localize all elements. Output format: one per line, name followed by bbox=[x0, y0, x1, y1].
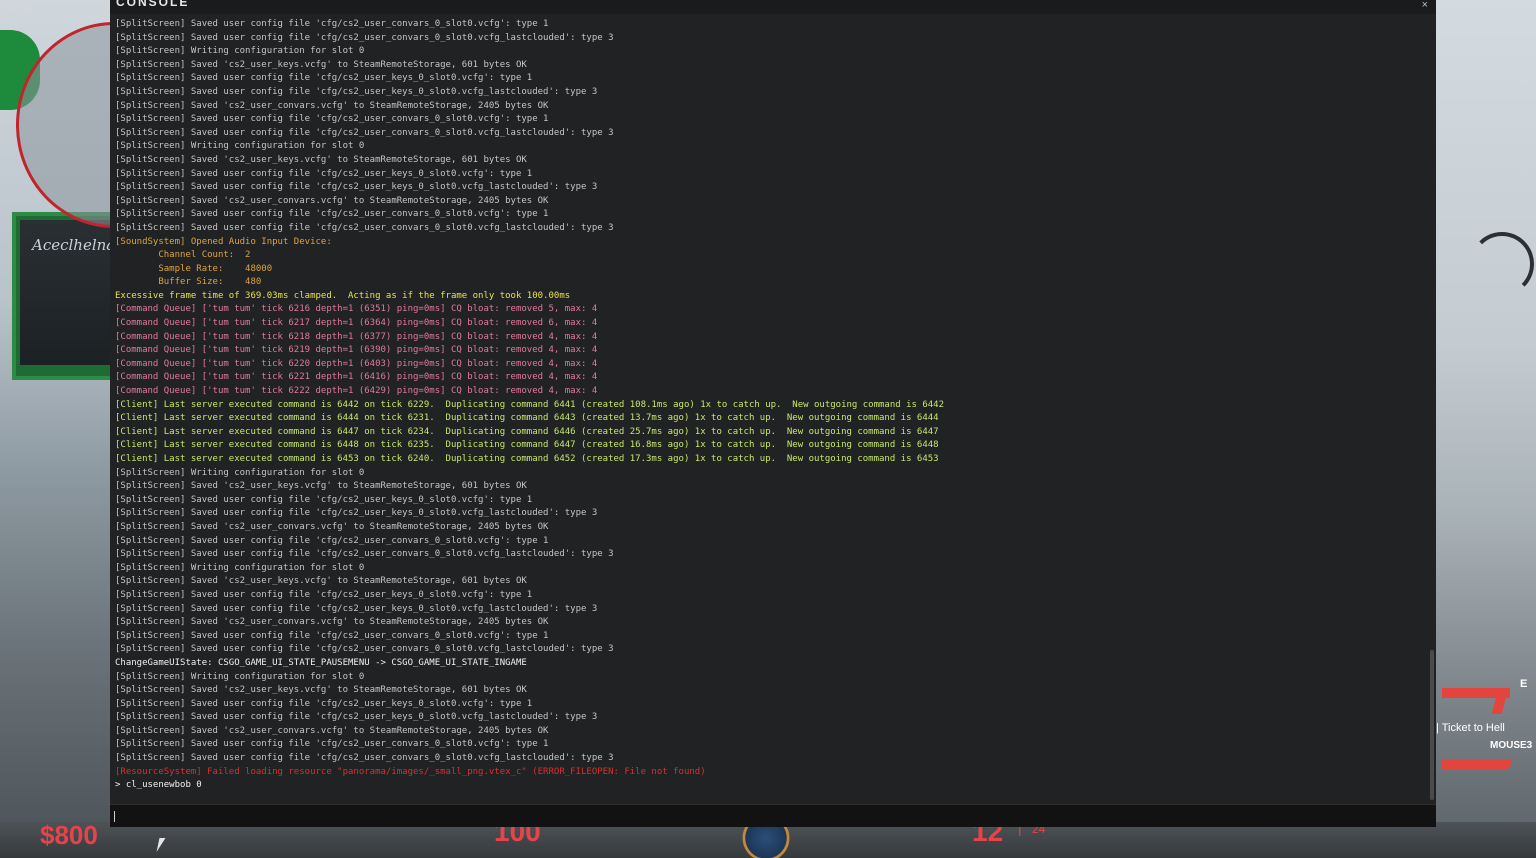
weapon-name: | Ticket to Hell bbox=[1436, 722, 1505, 734]
console-log-line: [SplitScreen] Saved user config file 'cf… bbox=[115, 127, 614, 138]
console-log-line: [SplitScreen] Saved user config file 'cf… bbox=[115, 603, 598, 614]
console-log-line: [SplitScreen] Writing configuration for … bbox=[115, 46, 365, 57]
console-log-line: [SplitScreen] Saved 'cs2_user_keys.vcfg'… bbox=[115, 59, 527, 70]
console-log-line: [Command Queue] ['tum tum' tick 6220 dep… bbox=[115, 358, 598, 369]
weapon-slot-key: E bbox=[1520, 678, 1528, 690]
console-log-line: [SplitScreen] Writing configuration for … bbox=[115, 467, 365, 478]
console-log-line: [SplitScreen] Saved user config file 'cf… bbox=[115, 739, 549, 750]
console-title: CONSOLE bbox=[116, 0, 190, 9]
knife-icon bbox=[1442, 760, 1512, 770]
console-log-line: Channel Count: 2 bbox=[115, 250, 251, 261]
console-log-line: [Client] Last server executed command is… bbox=[115, 426, 939, 437]
console-log-line: [Client] Last server executed command is… bbox=[115, 399, 945, 410]
console-log-line: [SplitScreen] Saved 'cs2_user_convars.vc… bbox=[115, 725, 549, 736]
console-log-line: [SplitScreen] Saved user config file 'cf… bbox=[115, 494, 533, 505]
console-log-line: [SplitScreen] Saved user config file 'cf… bbox=[115, 508, 598, 519]
console-log-line: [Command Queue] ['tum tum' tick 6221 dep… bbox=[115, 372, 598, 383]
console-log-line: [SplitScreen] Saved 'cs2_user_keys.vcfg'… bbox=[115, 576, 527, 587]
console-log-line: [ResourceSystem] Failed loading resource… bbox=[115, 766, 706, 777]
console-log-line: [SplitScreen] Saved user config file 'cf… bbox=[115, 698, 533, 709]
console-log-line: [SplitScreen] Saved user config file 'cf… bbox=[115, 712, 598, 723]
console-log-line: [Command Queue] ['tum tum' tick 6219 dep… bbox=[115, 345, 598, 356]
door-sign-text: Aceclhelna bbox=[32, 236, 116, 254]
console-log-line: [SplitScreen] Saved user config file 'cf… bbox=[115, 19, 549, 29]
console-input[interactable] bbox=[110, 804, 1436, 827]
console-log[interactable]: [SplitScreen] Saved user config file 'cf… bbox=[115, 18, 1425, 802]
console-log-line: [SplitScreen] Saved user config file 'cf… bbox=[115, 589, 533, 600]
console-log-line: [Client] Last server executed command is… bbox=[115, 413, 939, 424]
console-log-line: [SplitScreen] Writing configuration for … bbox=[115, 562, 365, 573]
console-window[interactable]: CONSOLE × [SplitScreen] Saved user confi… bbox=[110, 0, 1436, 827]
console-log-line: [SplitScreen] Saved user config file 'cf… bbox=[115, 222, 614, 233]
console-log-line: [SplitScreen] Saved user config file 'cf… bbox=[115, 535, 549, 546]
console-log-line: [Command Queue] ['tum tum' tick 6216 dep… bbox=[115, 304, 598, 315]
console-log-line: [SplitScreen] Saved 'cs2_user_convars.vc… bbox=[115, 100, 549, 111]
console-log-line: [SplitScreen] Saved user config file 'cf… bbox=[115, 549, 614, 560]
console-log-line: [SplitScreen] Saved user config file 'cf… bbox=[115, 182, 598, 193]
console-log-line: [SplitScreen] Writing configuration for … bbox=[115, 671, 365, 682]
console-log-line: [SplitScreen] Saved 'cs2_user_convars.vc… bbox=[115, 521, 549, 532]
console-log-line: [Command Queue] ['tum tum' tick 6222 dep… bbox=[115, 386, 598, 397]
console-log-line: [SplitScreen] Saved user config file 'cf… bbox=[115, 630, 549, 641]
fps-counter: 100 FPS bbox=[2, 6, 32, 14]
close-icon[interactable]: × bbox=[1422, 0, 1428, 11]
console-log-line: [SoundSystem] Opened Audio Input Device: bbox=[115, 236, 332, 247]
console-log-line: [Client] Last server executed command is… bbox=[115, 454, 939, 464]
console-log-line: [SplitScreen] Writing configuration for … bbox=[115, 141, 365, 152]
console-log-line: [SplitScreen] Saved 'cs2_user_convars.vc… bbox=[115, 195, 549, 206]
console-log-line: [SplitScreen] Saved user config file 'cf… bbox=[115, 209, 549, 220]
console-log-line: Sample Rate: 48000 bbox=[115, 263, 273, 274]
console-log-line: [Command Queue] ['tum tum' tick 6218 dep… bbox=[115, 331, 598, 342]
console-log-line: [SplitScreen] Saved 'cs2_user_keys.vcfg'… bbox=[115, 154, 527, 165]
console-log-line: [SplitScreen] Saved user config file 'cf… bbox=[115, 32, 614, 43]
console-log-line: [SplitScreen] Saved 'cs2_user_keys.vcfg'… bbox=[115, 685, 527, 696]
console-log-line: [SplitScreen] Saved 'cs2_user_keys.vcfg'… bbox=[115, 481, 527, 492]
console-log-line: [SplitScreen] Saved 'cs2_user_convars.vc… bbox=[115, 617, 549, 628]
console-log-line: [SplitScreen] Saved user config file 'cf… bbox=[115, 168, 533, 179]
console-log-line: [Command Queue] ['tum tum' tick 6217 dep… bbox=[115, 318, 598, 329]
console-log-line: [SplitScreen] Saved user config file 'cf… bbox=[115, 753, 614, 764]
console-scrollbar[interactable] bbox=[1430, 650, 1434, 800]
console-titlebar[interactable]: CONSOLE × bbox=[110, 0, 1436, 14]
console-log-line: Buffer Size: 480 bbox=[115, 277, 262, 288]
console-log-line: [SplitScreen] Saved user config file 'cf… bbox=[115, 644, 614, 655]
weapon-slot-key-mouse: MOUSE3 bbox=[1490, 740, 1533, 751]
street-lamp bbox=[1470, 232, 1534, 296]
console-log-line: [SplitScreen] Saved user config file 'cf… bbox=[115, 114, 549, 125]
console-log-line: ChangeGameUIState: CSGO_GAME_UI_STATE_PA… bbox=[115, 657, 527, 668]
text-caret bbox=[114, 811, 115, 822]
console-log-line: [SplitScreen] Saved user config file 'cf… bbox=[115, 86, 598, 97]
console-log-line: > cl_usenewbob 0 bbox=[115, 780, 202, 791]
console-log-line: [Client] Last server executed command is… bbox=[115, 440, 939, 451]
console-log-line: [SplitScreen] Saved user config file 'cf… bbox=[115, 73, 533, 84]
console-log-line: Excessive frame time of 369.03ms clamped… bbox=[115, 290, 571, 301]
hud-money: $800 bbox=[40, 820, 98, 850]
